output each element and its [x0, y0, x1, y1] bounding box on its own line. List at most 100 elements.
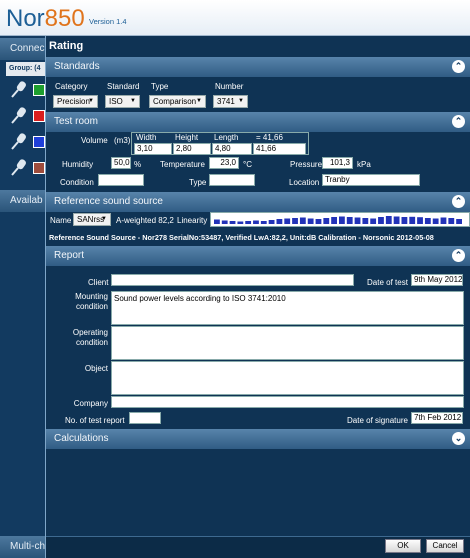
volume-input[interactable]: 41,66: [253, 143, 306, 155]
condition-input[interactable]: [98, 174, 144, 186]
spectrum-bar: [417, 217, 423, 224]
channel-color-swatch: [33, 136, 45, 148]
temperature-input[interactable]: 23,0: [209, 157, 239, 169]
spectrum-bar: [284, 218, 291, 224]
category-select[interactable]: Precision ▼: [53, 95, 98, 108]
standard-select[interactable]: ISO ▼: [105, 95, 140, 108]
company-label: Company: [73, 399, 108, 408]
ok-button[interactable]: OK: [385, 539, 421, 553]
length-label: Length: [214, 133, 239, 142]
app-logo: Nor850: [6, 5, 85, 32]
room-type-input[interactable]: [209, 174, 255, 186]
spectrum-bar: [339, 216, 345, 224]
sidebar-available-header[interactable]: Availab: [0, 190, 48, 212]
spectrum-bar: [378, 217, 384, 224]
testroom-section-header[interactable]: Test room ⌃: [46, 112, 470, 132]
volume-equals: = 41,66: [256, 133, 283, 142]
humidity-input[interactable]: 50,0: [111, 157, 131, 169]
spectrum-bar: [354, 217, 361, 224]
app-version: Version 1.4: [89, 17, 127, 26]
client-input[interactable]: [111, 274, 354, 286]
spectrum-bar: [401, 217, 408, 224]
humidity-label: Humidity: [62, 160, 94, 169]
date-of-signature-input[interactable]: 7th Feb 2012: [411, 412, 463, 424]
linearity-spectrum[interactable]: [210, 212, 470, 227]
spectrum-bar: [245, 221, 252, 224]
microphone-icon[interactable]: [10, 106, 28, 124]
refsource-section-header[interactable]: Reference sound source ⌃: [46, 192, 470, 212]
spectrum-bar: [331, 217, 337, 224]
spectrum-bar: [385, 216, 392, 224]
microphone-icon[interactable]: [10, 80, 28, 98]
pressure-label: Pressure: [290, 160, 323, 169]
spectrum-bar: [424, 218, 431, 224]
spectrum-bar: [323, 218, 330, 224]
spectrum-bar: [229, 221, 236, 224]
app-header: Nor850 Version 1.4: [0, 0, 470, 36]
mounting-label: Mounting condition: [75, 292, 108, 311]
aweighted-label: A-weighted 82,2: [116, 216, 174, 225]
microphone-icon[interactable]: [10, 158, 28, 176]
test-report-label: No. of test report: [65, 416, 125, 425]
date-of-signature-label: Date of signature: [347, 416, 408, 425]
cancel-button[interactable]: Cancel: [426, 539, 464, 553]
spectrum-bar: [292, 218, 298, 224]
spectrum-bar: [214, 219, 220, 224]
sidebar-connect-header[interactable]: Connec: [0, 38, 48, 60]
pressure-input[interactable]: 101,3: [322, 157, 353, 169]
spectrum-bar: [299, 217, 306, 224]
type-select[interactable]: Comparison ▼: [149, 95, 206, 108]
spectrum-bar: [276, 219, 283, 224]
spectrum-bar: [409, 216, 416, 224]
channel-color-swatch: [33, 162, 45, 174]
length-input[interactable]: 4,80: [212, 143, 252, 155]
height-input[interactable]: 2,80: [173, 143, 211, 155]
rating-dialog: Rating Standards ⌃ Category Precision ▼ St…: [45, 36, 470, 558]
spectrum-bar: [448, 218, 455, 224]
number-select[interactable]: 3741 ▼: [213, 95, 248, 108]
category-label: Category: [55, 82, 88, 91]
client-label: Client: [88, 278, 109, 287]
collapse-icon[interactable]: ⌃: [452, 60, 465, 73]
spectrum-bar: [456, 219, 462, 224]
spectrum-bar: [307, 218, 314, 224]
microphone-icon[interactable]: [10, 132, 28, 150]
location-input[interactable]: Tranby: [322, 174, 420, 186]
spectrum-bar: [260, 221, 267, 224]
source-name-select[interactable]: SANrss ▼: [73, 213, 111, 226]
dialog-title: Rating: [49, 40, 84, 52]
spectrum-bar: [221, 220, 228, 224]
company-input[interactable]: [111, 396, 464, 408]
collapse-icon[interactable]: ⌃: [452, 115, 465, 128]
width-label: Width: [136, 133, 157, 142]
standards-section-header[interactable]: Standards ⌃: [46, 57, 470, 77]
operating-textarea[interactable]: [111, 326, 464, 360]
linearity-label: Linearity: [177, 216, 208, 225]
collapse-icon[interactable]: ⌃: [452, 195, 465, 208]
report-section-header[interactable]: Report ⌃: [46, 246, 470, 266]
collapse-icon[interactable]: ⌃: [452, 249, 465, 262]
expand-icon[interactable]: ⌄: [452, 432, 465, 445]
number-label: Number: [215, 82, 244, 91]
temperature-unit: °C: [243, 160, 252, 169]
mounting-textarea[interactable]: Sound power levels according to ISO 3741…: [111, 291, 464, 325]
object-textarea[interactable]: [111, 361, 464, 395]
spectrum-bar: [393, 216, 400, 224]
sidebar-multichannel-header[interactable]: Multi-ch: [0, 536, 48, 558]
spectrum-bar: [253, 220, 259, 224]
humidity-unit: %: [134, 160, 142, 169]
test-report-input[interactable]: [129, 412, 161, 424]
date-of-test-label: Date of test: [367, 278, 408, 287]
spectrum-bar: [432, 218, 439, 224]
source-info: Reference Sound Source - Nor278 SerialNo…: [49, 233, 434, 242]
width-input[interactable]: 3,10: [134, 143, 172, 155]
type-label: Type: [151, 82, 169, 91]
date-of-test-input[interactable]: 9th May 2012: [411, 274, 463, 286]
spectrum-bar: [370, 218, 377, 224]
height-label: Height: [175, 133, 199, 142]
object-label: Object: [84, 364, 108, 373]
calculations-section-header[interactable]: Calculations ⌄: [46, 429, 470, 449]
volume-label: Volume: [81, 136, 108, 145]
group-label: Group: (4: [6, 62, 48, 76]
temperature-label: Temperature: [160, 160, 205, 169]
